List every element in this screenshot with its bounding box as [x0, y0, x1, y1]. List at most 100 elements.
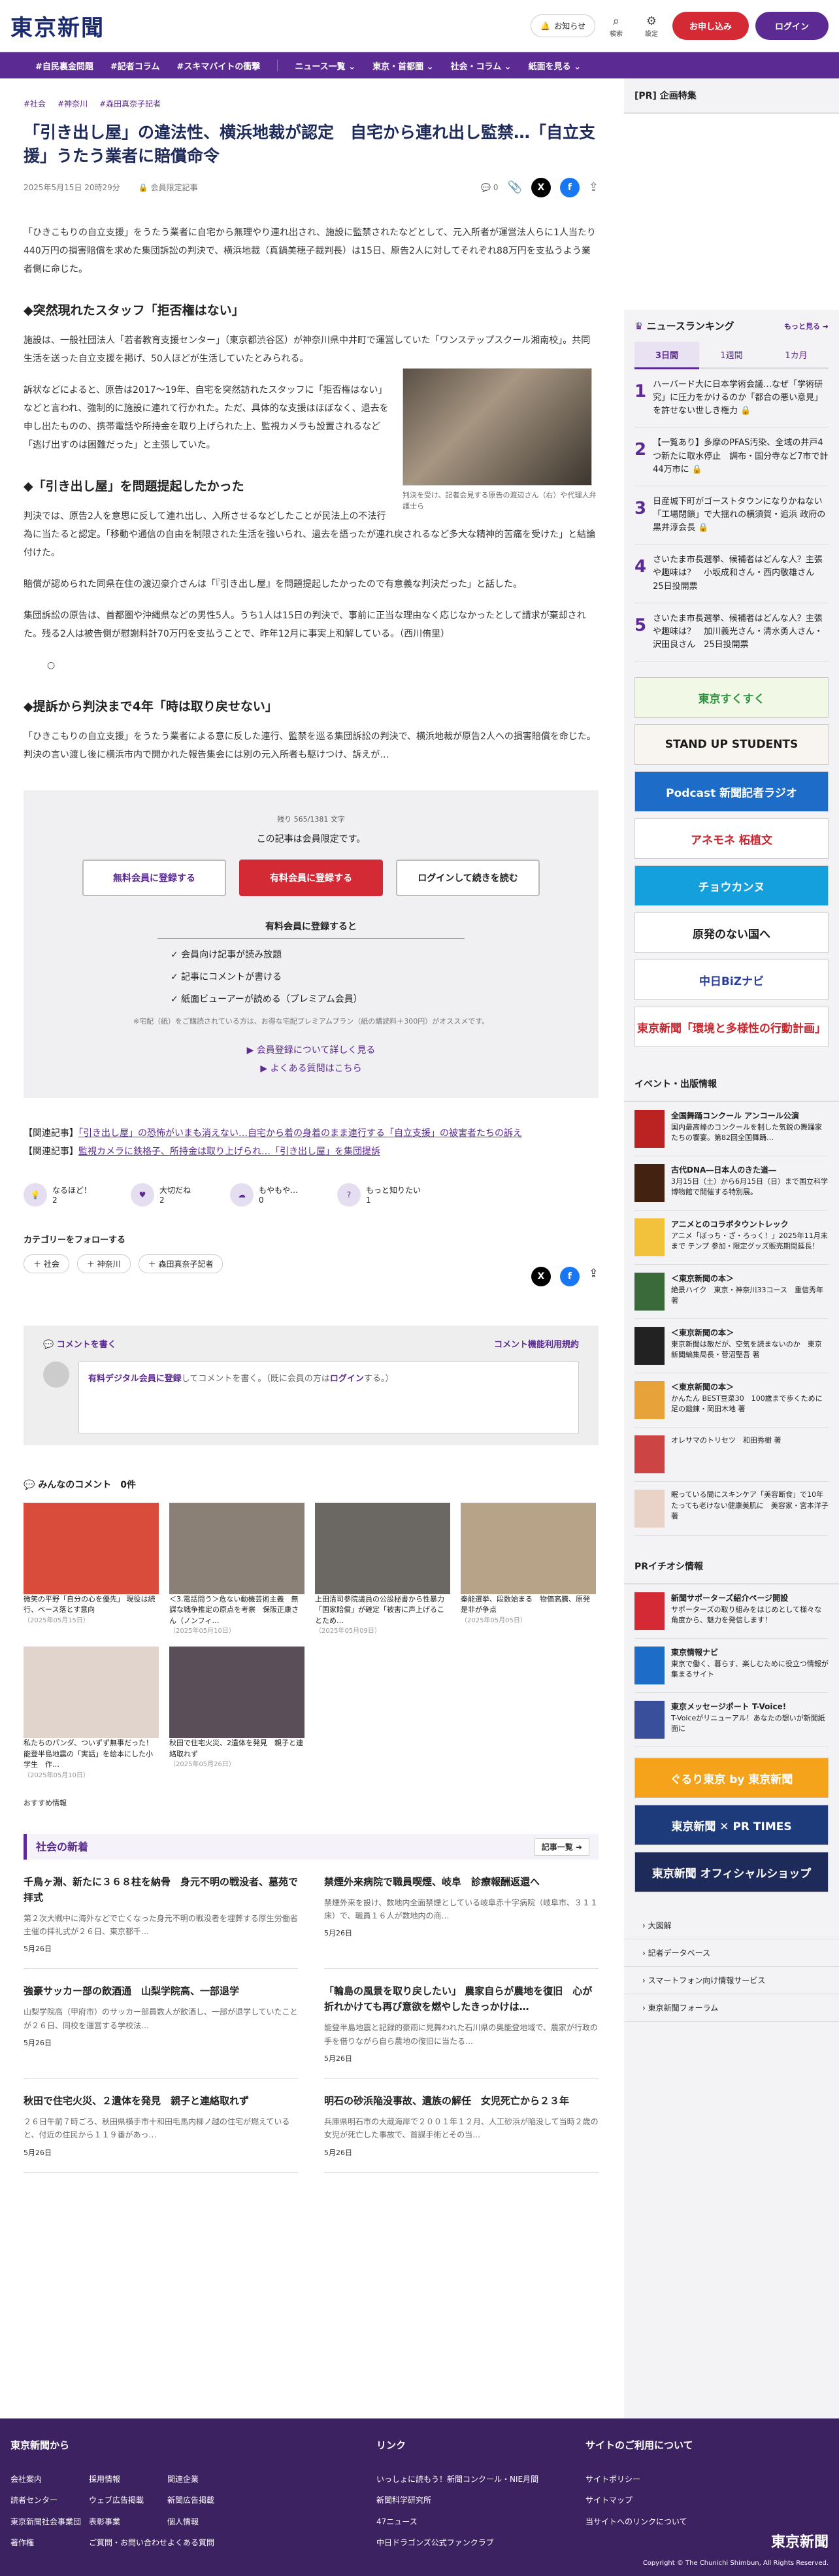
event-item[interactable]: 全国舞踊コンクール アンコール公演 国内最高峰のコンクールを制した気鋭の舞踊家たち… — [634, 1102, 829, 1157]
ranking-tab-week[interactable]: 1週間 — [699, 342, 764, 369]
footer-link[interactable]: 表彰事業 — [89, 2511, 167, 2532]
event-item[interactable]: 眠っている間にスキンケア「美容断食」で10年たっても老けない健康美肌に 美容家・… — [634, 1482, 829, 1537]
reaction-button[interactable]: ? もっと知りたい 1 — [337, 1182, 421, 1207]
site-logo[interactable]: 東京新聞 — [10, 10, 105, 42]
event-item[interactable]: ＜東京新聞の本＞ かんたん BEST豆菜30 100歳まで歩くために 足の鍛錬・岡… — [634, 1373, 830, 1428]
footer-link[interactable]: 個人情報 — [167, 2511, 246, 2532]
footer-link[interactable]: 当サイトへのリンクについて — [585, 2511, 781, 2532]
event-item[interactable]: オレサマのトリセツ 和田秀樹 著 — [634, 1428, 829, 1482]
facebook-share-icon[interactable]: f — [559, 1266, 580, 1286]
follow-chip[interactable]: ＋ 神奈川 — [76, 1254, 131, 1273]
footer-link[interactable]: 著作権 — [10, 2532, 89, 2553]
paid-register-button[interactable]: 有料会員に登録する — [239, 859, 383, 896]
event-item[interactable]: 東京情報ナビ 東京で働く、暮らす、楽しむために役立つ情報が集まるサイト — [634, 1639, 829, 1694]
footer-link[interactable]: サイトポリシー — [585, 2469, 781, 2490]
x-share-icon[interactable]: X — [531, 1266, 551, 1286]
comment-count[interactable]: 💬 0 — [481, 183, 498, 192]
ranking-item[interactable]: 4 さいたま市長選挙、候補者はどんな人？主張や趣味は？ 小坂成和さん・西内敬雄さん… — [634, 544, 829, 603]
footer-link[interactable]: サイトマップ — [585, 2490, 781, 2511]
search-button[interactable]: ⌕ 検索 — [602, 14, 631, 38]
ranking-item[interactable]: 3 日産城下町がゴーストタウンになりかねない「工場閉鎖」で大揺れの横須賀・追浜 政… — [634, 486, 829, 545]
footer-link[interactable]: ウェブ広告掲載 — [89, 2490, 167, 2511]
event-item[interactable]: ＜東京新聞の本＞ 東京新聞は敵だが、空気を読まないのか 東京新聞編集局長・菅沼堅吾… — [634, 1319, 829, 1374]
article-list-button[interactable]: 記事一覧 ➜ — [534, 1837, 589, 1856]
nav-item[interactable]: #自民裏金問題 — [35, 59, 93, 72]
ranking-item[interactable]: 5 さいたま市長選挙、候補者はどんな人？主張や趣味は？ 加川義光さん・清水勇人さん… — [634, 603, 829, 662]
article-tag[interactable]: #神奈川 — [58, 98, 88, 109]
free-register-button[interactable]: 無料会員に登録する — [82, 859, 226, 896]
footer-link[interactable]: 関連企業 — [167, 2469, 246, 2490]
sidebar-link[interactable]: › 東京新聞フォーラム — [624, 1994, 839, 2022]
promo-banner[interactable]: 東京新聞「環境と多様性の行動計画」 — [634, 1007, 829, 1048]
footer-link[interactable]: 中日ドラゴンズ公式ファンクラブ — [376, 2532, 572, 2553]
footer-link[interactable]: 47ニュース — [376, 2511, 572, 2532]
photo-card[interactable]: 秋田で住宅火災、2遺体を発見 親子と連絡取れず （2025年05月26日） — [169, 1647, 304, 1781]
footer-link[interactable]: いっしょに読もう！新聞コンクール・NIE月間 — [376, 2469, 572, 2490]
ranking-item[interactable]: 2 【一覧あり】多摩のPFAS汚染、全域の井戸4つ新たに取水停止 調布・国分寺など… — [634, 427, 829, 486]
pr-banner[interactable]: ぐるり東京 by 東京新聞 — [634, 1758, 829, 1799]
event-item[interactable]: 古代DNA―日本人のきた道― 3月15日（土）から6月15日（日）まで国立科学博物… — [634, 1156, 829, 1211]
footer-link[interactable]: よくある質問 — [167, 2532, 246, 2553]
facebook-share-icon[interactable]: f — [559, 177, 580, 197]
faq-link[interactable]: ▶ よくある質問はこちら — [24, 1062, 599, 1075]
photo-card[interactable]: ＜3.電話問う＞危ない動機芸術主義 無謀な戦争推定の原点を考察 保阪正康さん（ノ… — [169, 1502, 304, 1637]
event-item[interactable]: アニメとのコラボタウントレック アニメ「ぼっち・ざ・ろっく！」2025年11月末ま… — [634, 1211, 829, 1265]
login-button[interactable]: ログイン — [755, 12, 829, 40]
event-item[interactable]: 新聞サポーターズ紹介ページ開設 サポーターズの取り組みをはじめとして様々な角度から… — [634, 1584, 829, 1639]
article-tag[interactable]: #森田真奈子記者 — [99, 98, 161, 109]
sidebar-link[interactable]: › 記者データベース — [624, 1939, 839, 1967]
news-item[interactable]: 「輪島の風景を取り戻したい」 農家自らが農地を復旧 心が折れかけても再び意欲を燃… — [324, 1969, 599, 2079]
x-share-icon[interactable]: X — [531, 177, 551, 197]
ranking-more-link[interactable]: もっと見る ➜ — [784, 321, 829, 331]
comment-rules-link[interactable]: コメント機能利用規約 — [494, 1337, 579, 1350]
promo-banner[interactable]: チョウカンヌ — [634, 865, 829, 907]
follow-chip[interactable]: ＋ 森田真奈子記者 — [138, 1254, 223, 1273]
promo-banner[interactable]: 東京すくすく — [634, 677, 829, 718]
pr-banner[interactable]: 東京新聞 オフィシャルショップ — [634, 1852, 829, 1893]
reaction-button[interactable]: ☁ もやもや… 0 — [230, 1182, 298, 1207]
news-item[interactable]: 明石の砂浜陥没事故、遺族の解任 女児死亡から２３年 兵庫県明石市の大蔵海岸で２００… — [324, 2079, 599, 2173]
footer-link[interactable]: 新聞広告掲載 — [167, 2490, 246, 2511]
sidebar-link[interactable]: › スマートフォン向け情報サービス — [624, 1967, 839, 1995]
promo-banner[interactable]: 原発のない国へ — [634, 912, 829, 954]
footer-logo[interactable]: 東京新聞 — [771, 2530, 829, 2551]
promo-banner[interactable]: Podcast 新聞記者ラジオ — [634, 771, 829, 812]
pr-feature-area[interactable] — [624, 114, 839, 310]
footer-link[interactable]: 新聞科学研究所 — [376, 2490, 572, 2511]
article-photo[interactable]: 判決を受け、記者会見する原告の渡辺さん（右）や代理人弁護士ら — [403, 367, 599, 512]
share-icon[interactable]: ⇪ — [589, 1267, 599, 1286]
nav-item[interactable]: 社会・コラム ⌄ — [451, 59, 512, 72]
promo-banner[interactable]: 中日BiZナビ — [634, 960, 829, 1001]
ranking-tab-3days[interactable]: 3日間 — [634, 342, 699, 369]
nav-item[interactable]: 紙面を見る ⌄ — [529, 59, 581, 72]
share-icon[interactable]: ⇪ — [589, 180, 599, 194]
news-item[interactable]: 秋田で住宅火災、２遺体を発見 親子と連絡取れず ２６日午前７時ごろ、秋田県横手市十… — [24, 2079, 298, 2173]
event-item[interactable]: ＜東京新聞の本＞ 絶景ハイク 東京・神奈川33コース 重信秀年 著 — [634, 1265, 829, 1320]
news-item[interactable]: 強豪サッカー部の飲酒通 山梨学院高、一部退学 山梨学院高（甲府市）のサッカー部員数… — [24, 1969, 298, 2079]
photo-card[interactable]: 私たちのパンダ、ついずず無事だった！ 能登半島地震の「実話」を絵本にした小学生 … — [24, 1647, 160, 1781]
article-tag[interactable]: #社会 — [24, 98, 46, 109]
follow-chip[interactable]: ＋ 社会 — [24, 1254, 69, 1273]
news-item[interactable]: 千鳥ヶ淵、新たに３６８柱を納骨 身元不明の戦没者、墓苑で拝式 第２次大戦中に海外な… — [24, 1860, 298, 1969]
footer-link[interactable]: 読者センター — [10, 2490, 89, 2511]
event-item[interactable]: 東京メッセージポート T-Voice! T-Voiceがリニューアル！あなたの想い… — [634, 1693, 829, 1748]
photo-card[interactable]: 上田清司参院議員の公設秘書から性暴力「国家賠償」が確定「被害に声上げることため…… — [315, 1502, 450, 1637]
ranking-item[interactable]: 1 ハーバード大に日本学術会議…なぜ「学術研究」に圧力をかけるのか「都合の悪い意見… — [634, 369, 829, 428]
footer-link[interactable]: 東京新聞社会事業団 — [10, 2511, 89, 2532]
ranking-tab-month[interactable]: 1カ月 — [764, 342, 829, 369]
reaction-button[interactable]: 💡 なるほど！ 2 — [24, 1182, 91, 1207]
photo-card[interactable]: 秦能選挙、段数始まる 物価高騰、原発是非が争点 （2025年05月05日） — [461, 1502, 596, 1637]
promo-banner[interactable]: STAND UP STUDENTS — [634, 724, 829, 765]
sidebar-link[interactable]: › 大図解 — [624, 1912, 839, 1940]
pr-banner[interactable]: 東京新聞 ✕ PR TIMES — [634, 1805, 829, 1846]
register-button[interactable]: お申し込み — [672, 12, 749, 40]
nav-item[interactable]: #スキマバイトの衝撃 — [176, 59, 260, 72]
photo-card[interactable]: 微笑の平野「自分の心を優先」 現役は続行、ベース落とす意向 （2025年05月15… — [24, 1502, 159, 1637]
footer-link[interactable]: ご質問・お問い合わせ — [89, 2532, 167, 2553]
nav-item[interactable]: 東京・首都圏 ⌄ — [372, 59, 433, 72]
nav-item[interactable]: ニュース一覧 ⌄ — [295, 59, 355, 72]
settings-button[interactable]: ⚙ 設定 — [637, 14, 666, 38]
news-item[interactable]: 禁煙外来病院で職員喫煙、岐阜 診療報酬返還へ 禁煙外来を設け、数地内全面禁煙として… — [324, 1860, 599, 1969]
reaction-button[interactable]: ♥ 大切だね 2 — [131, 1182, 191, 1207]
footer-link[interactable]: 会社案内 — [10, 2469, 89, 2490]
